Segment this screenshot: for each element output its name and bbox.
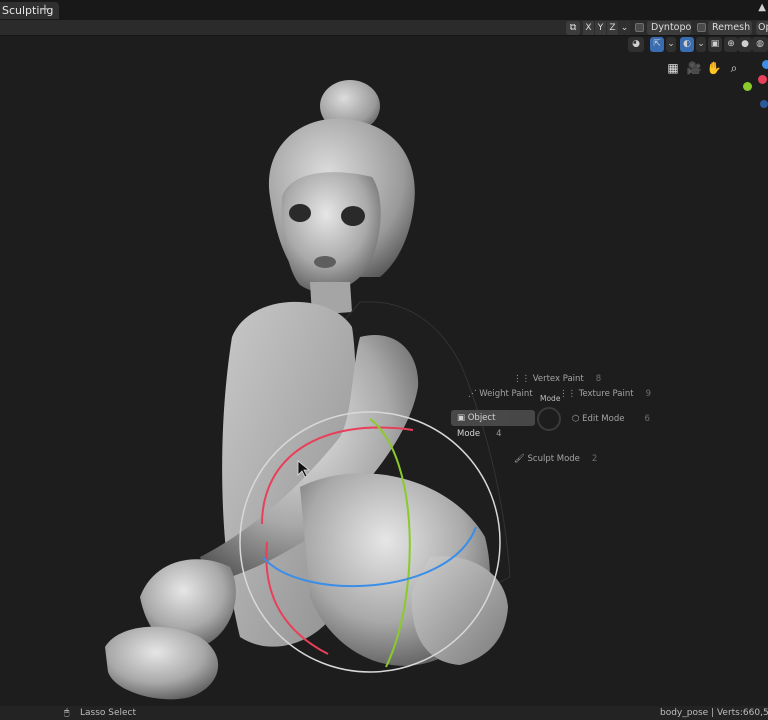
viewport-header: ⧉ X Y Z ⌄ Dyntopo ⌄ Remesh ⌄ Op (0, 20, 768, 36)
dyntopo-label: Dyntopo (651, 22, 692, 33)
pie-texture-paint[interactable]: ⋮⋮ Texture Paint 9 (559, 388, 651, 401)
pie-sculpt-mode-key: 2 (591, 454, 598, 464)
pie-vertex-paint-key: 8 (595, 374, 602, 384)
axis-z-toggle[interactable]: Z (607, 21, 618, 35)
vertex-paint-icon: ⋮⋮ (513, 374, 533, 384)
pie-edit-mode-key: 6 (644, 414, 650, 424)
mouse-icon: 🖱 (64, 708, 70, 718)
chevron-down-icon[interactable]: ⌄ (666, 37, 676, 52)
viewport-tool-row: ◕ ⇱ ⌄ ◐ ⌄ ▣ ⊕ ● ◍ (628, 37, 768, 53)
remesh-label: Remesh (712, 22, 751, 33)
symmetry-icon[interactable]: ⧉ (566, 21, 580, 35)
pie-sculpt-mode[interactable]: 🖌 Sculpt Mode 2 (514, 453, 597, 466)
3d-viewport[interactable] (0, 37, 768, 706)
workspace-tab-bar: Sculpting + ▲ (0, 0, 768, 20)
xray-icon[interactable]: ▣ (708, 37, 722, 52)
chevron-down-icon[interactable]: ⌄ (619, 21, 630, 35)
pan-hand-icon[interactable]: ✋ (706, 60, 722, 76)
pie-weight-paint[interactable]: ⋰ Weight Paint (468, 388, 533, 401)
gizmo-z-dot[interactable] (762, 60, 768, 69)
gizmo-neg-z-dot[interactable] (760, 100, 768, 108)
pie-sculpt-mode-label: Sculpt Mode (527, 454, 580, 464)
zoom-icon[interactable]: ⌕ (726, 60, 742, 76)
axis-x-toggle[interactable]: X (583, 21, 594, 35)
sculpt-model (105, 80, 511, 700)
pie-vertex-paint-label: Vertex Paint (532, 374, 584, 384)
wireframe-shading-icon[interactable]: ⊕ (724, 37, 738, 52)
weight-paint-icon: ⋰ (468, 389, 480, 399)
pie-weight-paint-label: Weight Paint (479, 389, 533, 399)
gizmo-y-dot[interactable] (743, 82, 752, 91)
overlay-toggle-icon[interactable]: ◐ (680, 37, 694, 52)
visibility-icon[interactable]: ◕ (628, 37, 644, 52)
pie-texture-paint-key: 9 (645, 389, 651, 399)
dyntopo-dropdown[interactable]: Dyntopo ⌄ (647, 21, 704, 35)
gizmo-toggle-icon[interactable]: ⇱ (650, 37, 664, 52)
pie-edit-mode[interactable]: ⬡ Edit Mode 6 (572, 413, 650, 426)
texture-paint-icon: ⋮⋮ (559, 389, 579, 399)
viewport-canvas (105, 80, 511, 700)
edit-mode-icon: ⬡ (572, 414, 583, 424)
status-bar: 🖱 Lasso Select body_pose | Verts:660,539… (0, 706, 768, 720)
remesh-checkbox[interactable] (697, 23, 706, 32)
dyntopo-checkbox[interactable] (635, 23, 644, 32)
scene-icon[interactable]: ▲ (758, 2, 766, 13)
pie-vertex-paint[interactable]: ⋮⋮ Vertex Paint 8 (513, 373, 601, 386)
camera-icon[interactable]: 🎥 (686, 60, 702, 76)
remesh-dropdown[interactable]: Remesh ⌄ (708, 21, 763, 35)
options-dropdown[interactable]: Op (756, 21, 768, 35)
status-lasso-select: Lasso Select (80, 708, 137, 718)
pie-object-mode-key: 4 (496, 429, 502, 439)
chevron-down-icon[interactable]: ⌄ (696, 37, 706, 52)
sculpt-brush-icon: 🖌 (514, 454, 528, 464)
pie-menu-center (537, 407, 561, 431)
grid-view-icon[interactable]: ▦ (665, 60, 681, 76)
pie-texture-paint-label: Texture Paint (578, 389, 634, 399)
material-shading-icon[interactable]: ◍ (752, 37, 768, 52)
axis-y-toggle[interactable]: Y (595, 21, 606, 35)
object-mode-icon: ▣ (457, 413, 468, 423)
pie-object-mode[interactable]: ▣ Object Mode 4 (451, 410, 535, 439)
solid-shading-icon[interactable]: ● (738, 37, 752, 52)
status-scene-stats: body_pose | Verts:660,539 | Fac (660, 708, 768, 718)
pie-edit-mode-label: Edit Mode (582, 414, 625, 424)
gizmo-x-dot[interactable] (758, 75, 767, 84)
add-workspace-button[interactable]: + (38, 2, 52, 18)
pie-menu-title: Mode (540, 394, 561, 403)
